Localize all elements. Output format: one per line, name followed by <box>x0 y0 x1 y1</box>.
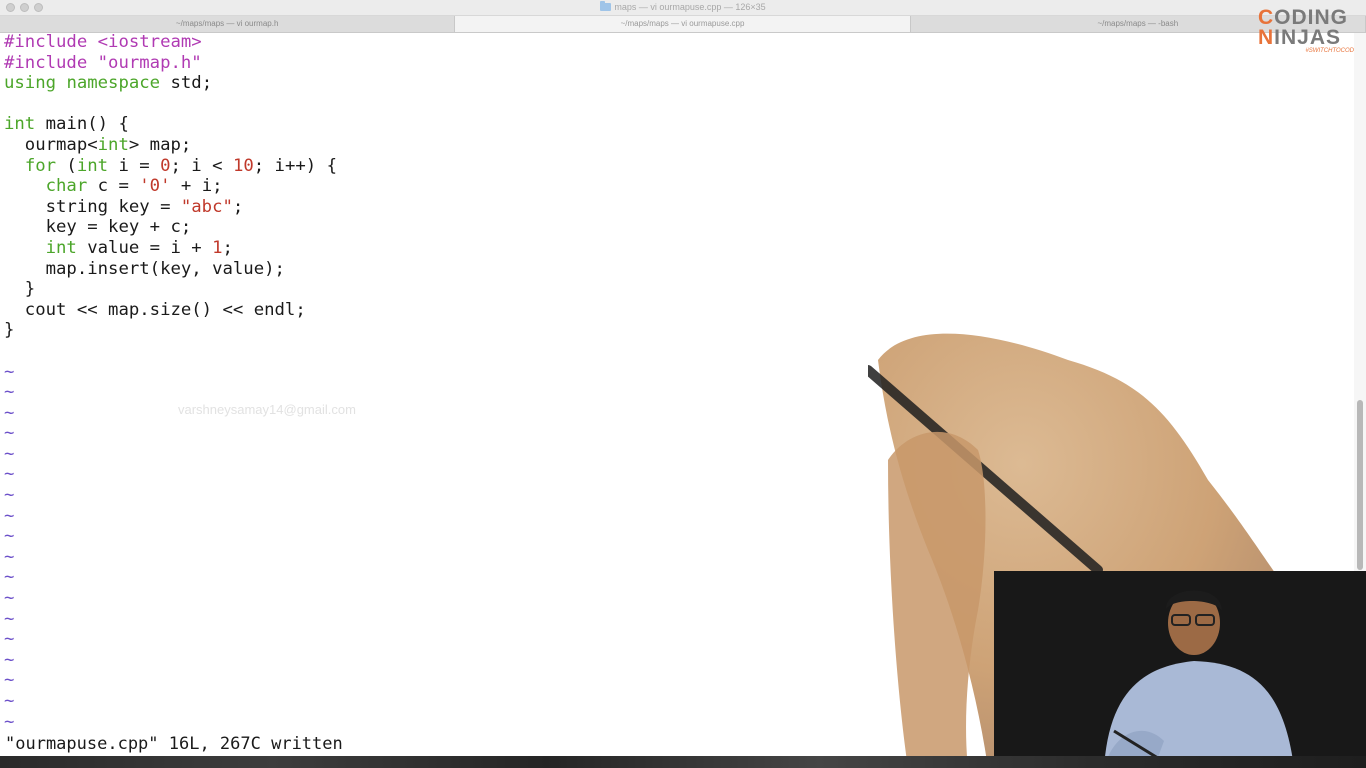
code-line: #include <iostream> <box>4 32 202 52</box>
code-line: char c = '0' + i; <box>45 176 223 197</box>
code-line: using namespace std; <box>4 73 213 94</box>
video-bottom-strip <box>0 756 1366 768</box>
code-line: cout << map.size() << endl; <box>4 299 306 320</box>
code-line: map.insert(key, value); <box>4 258 285 279</box>
webcam-video <box>994 571 1366 768</box>
code-line: } <box>4 279 36 300</box>
presenter-image <box>994 571 1366 768</box>
window-title: maps — vi ourmapuse.cpp — 126×35 <box>614 2 766 12</box>
vim-status-line: "ourmapuse.cpp" 16L, 267C written <box>5 734 343 754</box>
folder-icon <box>600 1 612 11</box>
scrollbar-thumb[interactable] <box>1357 400 1363 570</box>
code-line: int value = i + 1; <box>45 237 233 258</box>
logo-line-1: CODING <box>1258 6 1349 29</box>
tab-ourmap-h[interactable]: ~/maps/maps — vi ourmap.h <box>0 16 456 32</box>
window-title-container: maps — vi ourmapuse.cpp — 126×35 <box>0 1 1366 12</box>
email-watermark: varshneysamay14@gmail.com <box>178 402 356 417</box>
window-titlebar: maps — vi ourmapuse.cpp — 126×35 <box>0 0 1366 16</box>
code-line: int main() { <box>4 114 129 135</box>
code-line: key = key + c; <box>4 217 192 238</box>
code-line: #include "ourmap.h" <box>4 52 202 73</box>
code-line: ourmap<int> map; <box>4 134 192 155</box>
code-line: string key = "abc"; <box>4 196 244 217</box>
code-line: ​ <box>4 94 1344 115</box>
terminal-tab-bar: ~/maps/maps — vi ourmap.h ~/maps/maps — … <box>0 16 1366 33</box>
code-line: for (int i = 0; i < 10; i++) { <box>24 155 337 176</box>
tab-ourmapuse-cpp[interactable]: ~/maps/maps — vi ourmapuse.cpp <box>455 16 911 32</box>
